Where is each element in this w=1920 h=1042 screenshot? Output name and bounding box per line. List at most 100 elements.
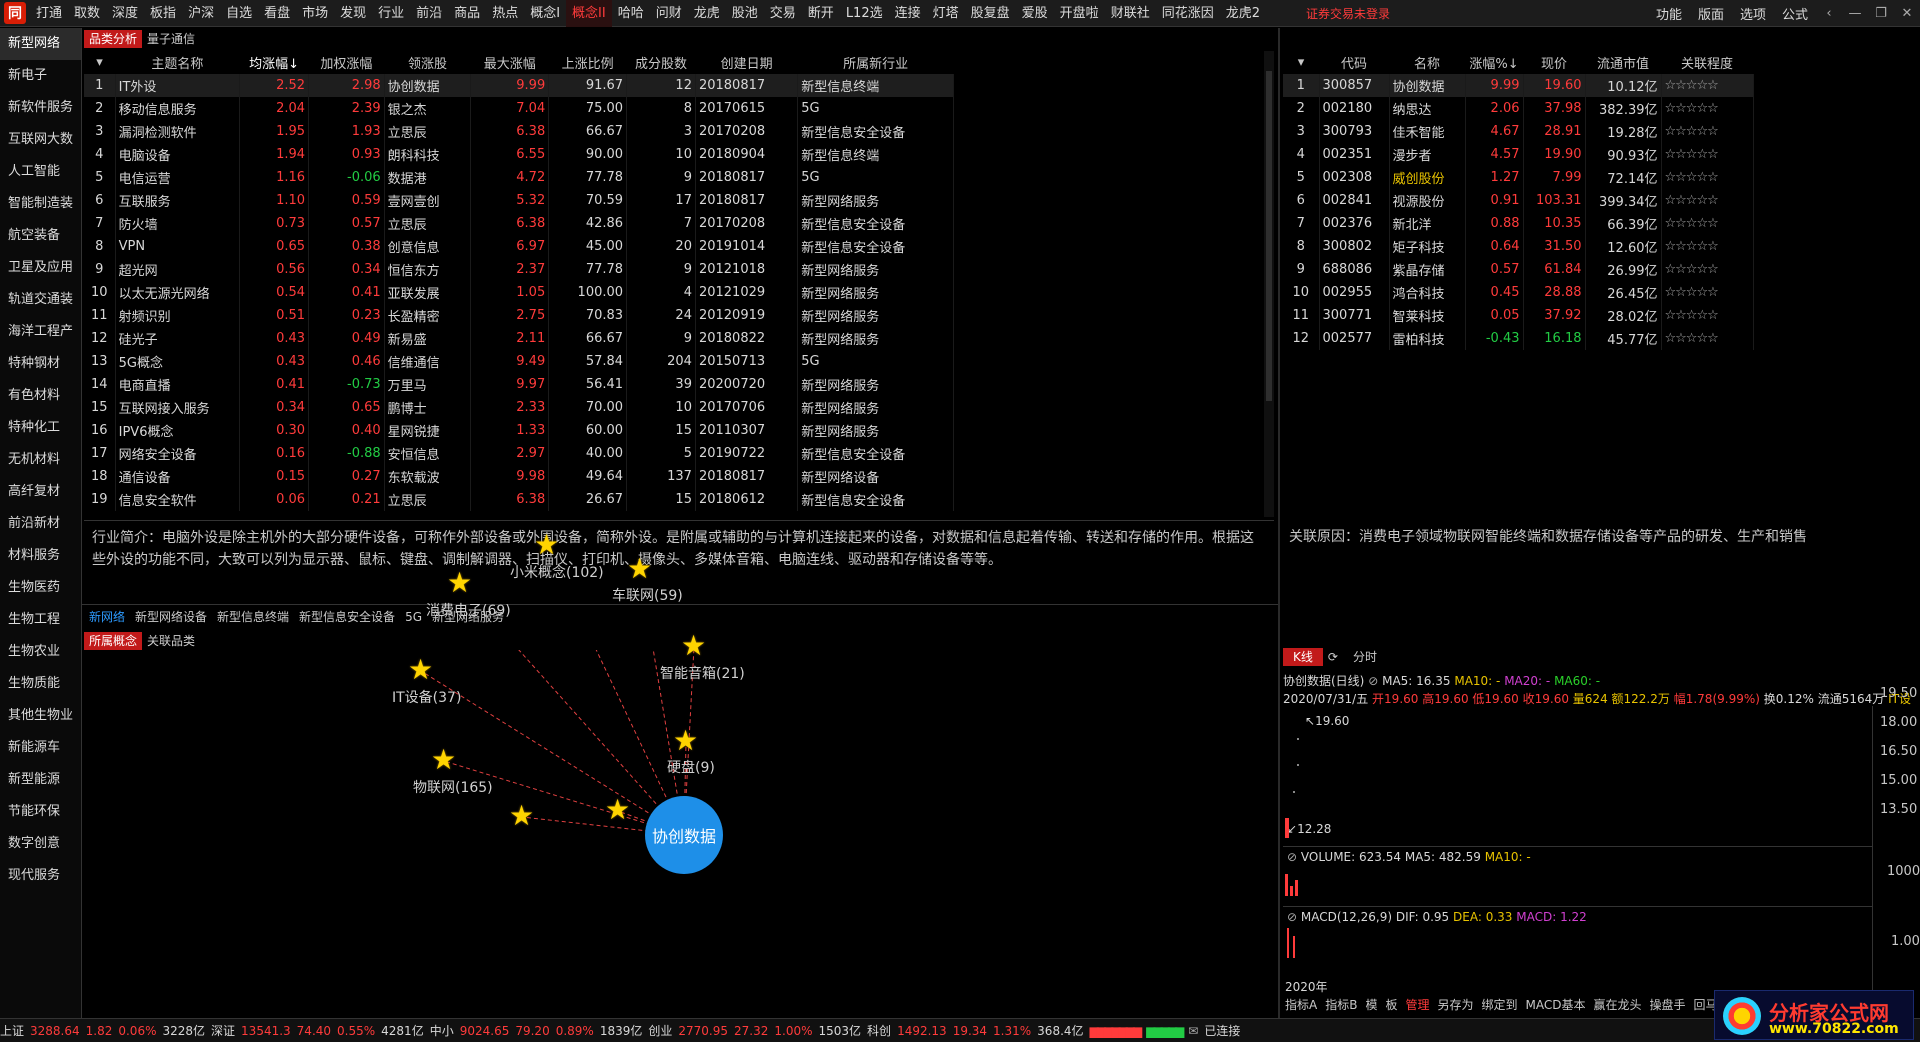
table-row[interactable]: 7 防火墙 0.73 0.57 立思辰 6.38 42.86 7 20170208 新型信息安全设…: [84, 212, 954, 235]
column-header[interactable]: 现价: [1523, 51, 1585, 74]
graph-center-node[interactable]: 协创数据: [645, 796, 723, 874]
menu-item[interactable]: 热点: [486, 0, 524, 27]
menu-item[interactable]: 看盘: [258, 0, 296, 27]
minimize-icon[interactable]: —: [1842, 6, 1868, 21]
table-row[interactable]: 10 以太无源光网络 0.54 0.41 亚联发展 1.05 100.00 4 20121029…: [84, 281, 954, 304]
refresh-icon[interactable]: ⟳: [1323, 648, 1343, 666]
settings-icon[interactable]: ⊘: [1287, 910, 1297, 924]
tab-timeshare[interactable]: 分时: [1343, 648, 1387, 666]
menu-item[interactable]: 断开: [802, 0, 840, 27]
column-header[interactable]: 流通市值: [1585, 51, 1661, 74]
concept-star-icon[interactable]: ★: [509, 802, 534, 830]
menu-item[interactable]: 哈哈: [612, 0, 650, 27]
sidebar-item[interactable]: 生物工程: [0, 604, 81, 636]
vertical-divider[interactable]: [1278, 28, 1280, 1018]
sidebar-item[interactable]: 互联网大数: [0, 124, 81, 156]
table-row[interactable]: 12 硅光子 0.43 0.49 新易盛 2.11 66.67 9 20180822 新型网络服务: [84, 327, 954, 350]
menu-layout[interactable]: 版面: [1690, 4, 1732, 23]
scrollbar-thumb[interactable]: [1266, 71, 1272, 401]
tab-network-device[interactable]: 新型网络设备: [130, 608, 212, 626]
table-row[interactable]: 17 网络安全设备 0.16 -0.88 安恒信息 2.97 40.00 5 20190722 新…: [84, 442, 954, 465]
table-row[interactable]: 16 IPV6概念 0.30 0.40 星网锐捷 1.33 60.00 15 20110307 新…: [84, 419, 954, 442]
sidebar-item[interactable]: 材料服务: [0, 540, 81, 572]
settings-icon[interactable]: ⊘: [1368, 674, 1378, 688]
sidebar-item[interactable]: 新能源车: [0, 732, 81, 764]
sidebar-item[interactable]: 生物质能: [0, 668, 81, 700]
close-icon[interactable]: ✕: [1894, 6, 1920, 21]
menu-item[interactable]: 财联社: [1105, 0, 1156, 27]
sidebar-item[interactable]: 高纤复材: [0, 476, 81, 508]
concept-star-icon[interactable]: ★: [431, 746, 456, 774]
menu-item[interactable]: 股复盘: [965, 0, 1016, 27]
kline-tool-button[interactable]: 操盘手: [1650, 996, 1686, 1013]
column-header[interactable]: 成分股数: [627, 51, 696, 74]
menu-item[interactable]: 灯塔: [927, 0, 965, 27]
column-header[interactable]: 名称: [1389, 51, 1465, 74]
concept-node-label[interactable]: 车联网(59): [612, 585, 683, 605]
menu-formula[interactable]: 公式: [1774, 4, 1816, 23]
column-header[interactable]: 上涨比例: [549, 51, 627, 74]
sidebar-item[interactable]: 智能制造装: [0, 188, 81, 220]
menu-item[interactable]: 股池: [726, 0, 764, 27]
stock-row[interactable]: 9 688086 紫晶存储 0.57 61.84 26.99亿 ☆☆☆☆☆: [1283, 258, 1754, 281]
table-row[interactable]: 4 电脑设备 1.94 0.93 朗科科技 6.55 90.00 10 20180904 新型信息…: [84, 143, 954, 166]
menu-item[interactable]: 爱股: [1016, 0, 1054, 27]
concept-node-label[interactable]: 物联网(165): [413, 777, 493, 797]
concept-star-icon[interactable]: ★: [605, 796, 630, 824]
table-row[interactable]: 11 射频识别 0.51 0.23 长盈精密 2.75 70.83 24 20120919 新型网…: [84, 304, 954, 327]
table-row[interactable]: 1 IT外设 2.52 2.98 协创数据 9.99 91.67 12 20180817 新型信息…: [84, 74, 954, 97]
menu-item[interactable]: 深度: [106, 0, 144, 27]
stock-row[interactable]: 10 002955 鸿合科技 0.45 28.88 26.45亿 ☆☆☆☆☆: [1283, 281, 1754, 304]
sidebar-item[interactable]: 新型网络: [0, 28, 81, 60]
kline-tool-button[interactable]: 板: [1385, 996, 1397, 1013]
tab-related[interactable]: 关联品类: [142, 632, 200, 650]
menu-item[interactable]: 前沿: [410, 0, 448, 27]
tab-info-security[interactable]: 新型信息安全设备: [294, 608, 400, 626]
menu-item[interactable]: 问财: [650, 0, 688, 27]
menu-item[interactable]: 开盘啦: [1054, 0, 1105, 27]
column-header[interactable]: 主题名称: [115, 51, 240, 74]
menu-item[interactable]: 商品: [448, 0, 486, 27]
table-row[interactable]: 3 漏洞检测软件 1.95 1.93 立思辰 6.38 66.67 3 20170208 新型信息…: [84, 120, 954, 143]
column-header[interactable]: 关联程度: [1661, 51, 1753, 74]
table-row[interactable]: 5 电信运营 1.16 -0.06 数据港 4.72 77.78 9 20180817 5G: [84, 166, 954, 189]
theme-table-scrollbar[interactable]: [1264, 51, 1274, 517]
restore-icon[interactable]: ❐: [1868, 6, 1894, 21]
tab-concepts[interactable]: 所属概念: [84, 632, 143, 650]
concept-star-icon[interactable]: ★: [673, 727, 698, 755]
table-row[interactable]: 19 信息安全软件 0.06 0.21 立思辰 6.38 26.67 15 20180612 新型…: [84, 488, 954, 511]
sidebar-item[interactable]: 其他生物业: [0, 700, 81, 732]
tab-kline[interactable]: K线: [1283, 648, 1323, 666]
table-row[interactable]: 2 移动信息服务 2.04 2.39 银之杰 7.04 75.00 8 20170615 5G: [84, 97, 954, 120]
concept-star-icon[interactable]: ★: [447, 569, 472, 597]
tab-new-network[interactable]: 新网络: [84, 608, 130, 626]
menu-item[interactable]: 概念I: [524, 0, 566, 27]
zx-index-label[interactable]: 中小: [430, 1022, 454, 1039]
sidebar-item[interactable]: 轨道交通装: [0, 284, 81, 316]
column-header[interactable]: 最大涨幅: [471, 51, 549, 74]
kc-index-label[interactable]: 科创: [867, 1022, 891, 1039]
app-logo-icon[interactable]: 同: [4, 2, 26, 24]
cy-index-label[interactable]: 创业: [648, 1022, 672, 1039]
sidebar-item[interactable]: 有色材料: [0, 380, 81, 412]
kline-tool-button[interactable]: 另存为: [1438, 996, 1474, 1013]
menu-item[interactable]: 市场: [296, 0, 334, 27]
table-row[interactable]: 15 互联网接入服务 0.34 0.65 鹏博士 2.33 70.00 10 20170706 新…: [84, 396, 954, 419]
menu-item[interactable]: L12选: [840, 0, 889, 27]
back-icon[interactable]: ‹: [1816, 6, 1842, 21]
sidebar-item[interactable]: 特种化工: [0, 412, 81, 444]
kline-tool-button[interactable]: 绑定到: [1482, 996, 1518, 1013]
stock-row[interactable]: 6 002841 视源股份 0.91 103.31 399.34亿 ☆☆☆☆☆: [1283, 189, 1754, 212]
message-icon[interactable]: ✉: [1188, 1024, 1198, 1038]
concept-node-label[interactable]: IT设备(37): [392, 687, 461, 707]
table-row[interactable]: 8 VPN 0.65 0.38 创意信息 6.97 45.00 20 20191014 新型信息安…: [84, 235, 954, 258]
menu-item[interactable]: 自选: [220, 0, 258, 27]
menu-function[interactable]: 功能: [1648, 4, 1690, 23]
stock-row[interactable]: 3 300793 佳禾智能 4.67 28.91 19.28亿 ☆☆☆☆☆: [1283, 120, 1754, 143]
menu-item[interactable]: 板指: [144, 0, 182, 27]
stock-row[interactable]: 11 300771 智莱科技 0.05 37.92 28.02亿 ☆☆☆☆☆: [1283, 304, 1754, 327]
concept-star-icon[interactable]: ★: [408, 656, 433, 684]
stock-row[interactable]: 5 002308 威创股份 1.27 7.99 72.14亿 ☆☆☆☆☆: [1283, 166, 1754, 189]
sidebar-item[interactable]: 人工智能: [0, 156, 81, 188]
concept-node-label[interactable]: 消费电子(69): [426, 600, 511, 620]
